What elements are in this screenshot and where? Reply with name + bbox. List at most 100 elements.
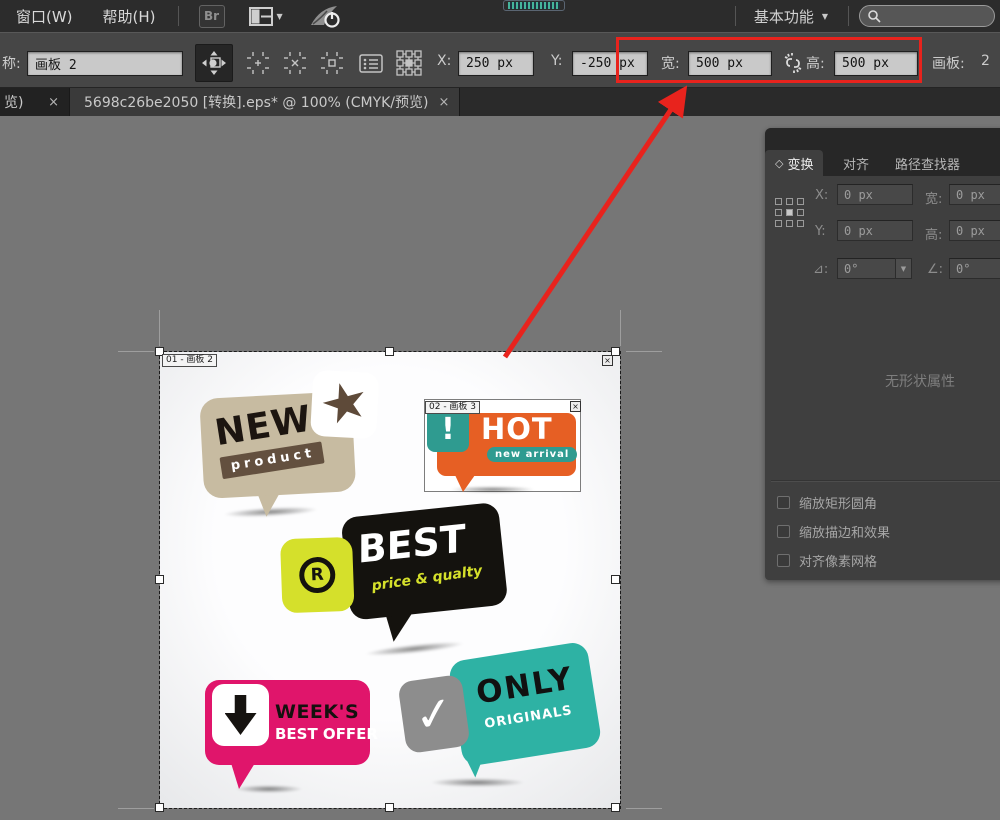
constrain-proportions-button[interactable] bbox=[778, 48, 808, 78]
artboard-options-button[interactable] bbox=[356, 48, 386, 78]
crop-mark bbox=[159, 310, 160, 346]
panel-rotate-label: ⊿: bbox=[813, 262, 828, 277]
bubble-tail bbox=[455, 475, 475, 492]
no-shape-attributes-message: 无形状属性 bbox=[765, 371, 1000, 391]
rotate-dropdown-button[interactable]: ▼ bbox=[895, 258, 912, 279]
document-title: 5698c26be2050 [转换].eps* @ 100% (CMYK/预览) bbox=[84, 92, 429, 112]
menu-separator bbox=[848, 6, 849, 26]
panel-divider bbox=[771, 480, 1000, 481]
panel-height-label: 高: bbox=[925, 224, 942, 243]
x-input[interactable]: 250 px bbox=[458, 51, 534, 76]
artboard-name-input[interactable]: 画板 2 bbox=[27, 51, 183, 76]
document-tab-inactive[interactable]: 览) × bbox=[0, 88, 70, 116]
checkbox-icon[interactable] bbox=[777, 554, 790, 567]
search-icon bbox=[867, 9, 881, 23]
sticker-subtitle: BEST OFFER bbox=[275, 725, 378, 743]
panel-y-label: Y: bbox=[815, 224, 826, 239]
panel-x-input[interactable]: 0 px bbox=[837, 184, 913, 205]
transform-panel: ◇ 变换 对齐 路径查找器 X: 0 px 宽: 0 px Y: 0 px 高:… bbox=[765, 128, 1000, 580]
search-input[interactable] bbox=[859, 5, 995, 27]
sticker-title: WEEK'S bbox=[275, 701, 359, 723]
performance-gauge bbox=[503, 0, 565, 11]
close-icon[interactable]: × bbox=[570, 401, 581, 412]
document-tab-active[interactable]: 5698c26be2050 [转换].eps* @ 100% (CMYK/预览)… bbox=[70, 88, 460, 116]
preset-cross-button[interactable] bbox=[280, 48, 310, 78]
bubble-tail bbox=[231, 763, 255, 789]
panel-rotate-input[interactable]: 0° bbox=[837, 258, 896, 279]
star-badge bbox=[310, 370, 379, 439]
height-input[interactable]: 500 px bbox=[834, 51, 918, 76]
menu-help[interactable]: 帮助(H) bbox=[97, 6, 162, 27]
chevron-down-icon: ▼ bbox=[277, 12, 283, 21]
panel-height-input[interactable]: 0 px bbox=[949, 220, 1000, 241]
reference-point-button[interactable] bbox=[394, 48, 424, 78]
sticker-subtitle: new arrival bbox=[487, 447, 577, 462]
panel-shear-input[interactable]: 0° bbox=[949, 258, 1000, 279]
crop-plus-icon bbox=[247, 52, 269, 74]
handle-top-mid[interactable] bbox=[385, 347, 394, 356]
move-artboard-icon bbox=[201, 50, 227, 76]
handle-bottom-mid[interactable] bbox=[385, 803, 394, 812]
menu-window[interactable]: 窗口(W) bbox=[10, 6, 79, 27]
checkbox-scale-strokes[interactable]: 缩放描边和效果 bbox=[777, 522, 890, 541]
crop-mark bbox=[620, 310, 621, 346]
checkbox-icon[interactable] bbox=[777, 496, 790, 509]
panel-x-label: X: bbox=[815, 188, 828, 203]
panel-width-input[interactable]: 0 px bbox=[949, 184, 1000, 205]
cs-live-icon[interactable] bbox=[309, 4, 341, 29]
width-input[interactable]: 500 px bbox=[688, 51, 772, 76]
panel-shear-label: ∠: bbox=[927, 262, 943, 277]
check-badge: ✓ bbox=[397, 674, 470, 754]
tab-transform[interactable]: ◇ 变换 bbox=[765, 150, 823, 176]
artboard-name-label: 称: bbox=[2, 53, 21, 73]
panel-y-input[interactable]: 0 px bbox=[837, 220, 913, 241]
menu-separator bbox=[178, 6, 179, 26]
sticker-shadow bbox=[430, 778, 525, 787]
crop-square-icon bbox=[321, 52, 343, 74]
arrange-documents-button[interactable]: ▼ bbox=[249, 7, 283, 26]
workspace-switcher[interactable]: 基本功能 bbox=[754, 6, 814, 27]
sticker-title: HOT bbox=[481, 412, 553, 446]
artboard2-tag[interactable]: 02 - 画板 3 bbox=[425, 401, 480, 414]
star-icon bbox=[318, 377, 371, 429]
sticker-only[interactable]: ✓ ONLY ORIGINALS bbox=[400, 648, 600, 798]
preset-square-button[interactable] bbox=[317, 48, 347, 78]
y-input[interactable]: -250 px bbox=[572, 51, 648, 76]
preset-landscape-button[interactable] bbox=[243, 48, 273, 78]
close-icon[interactable]: × bbox=[439, 95, 450, 110]
reference-point-locator[interactable] bbox=[775, 198, 804, 227]
checkbox-scale-corners[interactable]: 缩放矩形圆角 bbox=[777, 493, 877, 512]
registered-badge: R bbox=[280, 537, 355, 613]
handle-mid-right[interactable] bbox=[611, 575, 620, 584]
crop-mark bbox=[118, 351, 154, 352]
handle-bottom-right[interactable] bbox=[611, 803, 620, 812]
bridge-icon[interactable]: Br bbox=[199, 5, 225, 28]
tab-pathfinder[interactable]: 路径查找器 bbox=[885, 150, 970, 176]
options-list-icon bbox=[359, 54, 383, 73]
chevron-down-icon: ▼ bbox=[822, 12, 828, 21]
move-artboard-button[interactable] bbox=[195, 44, 233, 82]
artboard[interactable]: × 01 - 画板 2 NEW product HOT new arrival … bbox=[160, 352, 620, 808]
checkbox-align-pixel-grid[interactable]: 对齐像素网格 bbox=[777, 551, 877, 570]
artboard1-tag[interactable]: 01 - 画板 2 bbox=[162, 354, 217, 367]
close-icon[interactable]: × bbox=[48, 95, 59, 110]
registered-icon: R bbox=[299, 556, 336, 593]
document-tab-bar: 览) × 5698c26be2050 [转换].eps* @ 100% (CMY… bbox=[0, 88, 1000, 116]
handle-bottom-left[interactable] bbox=[155, 803, 164, 812]
artboard-2[interactable]: HOT new arrival ! 02 - 画板 3 × bbox=[424, 399, 581, 492]
width-label: 宽: bbox=[661, 53, 680, 73]
height-label: 高: bbox=[806, 53, 825, 73]
delete-artboard-icon[interactable]: × bbox=[602, 355, 613, 366]
crop-mark bbox=[118, 808, 154, 809]
handle-mid-left[interactable] bbox=[155, 575, 164, 584]
tab-align[interactable]: 对齐 bbox=[833, 150, 879, 176]
artboard-control-bar: 称: 画板 2 bbox=[0, 32, 1000, 88]
checkbox-icon[interactable] bbox=[777, 525, 790, 538]
crop-mark bbox=[626, 351, 662, 352]
x-label: X: bbox=[437, 53, 451, 69]
broken-link-icon bbox=[781, 51, 805, 75]
arrange-documents-icon bbox=[249, 7, 273, 26]
sticker-weeks[interactable]: WEEK'S BEST OFFER bbox=[205, 677, 380, 797]
collapse-panel-icon[interactable]: ◇ bbox=[775, 157, 783, 170]
sticker-new-product[interactable]: NEW product bbox=[198, 369, 396, 529]
